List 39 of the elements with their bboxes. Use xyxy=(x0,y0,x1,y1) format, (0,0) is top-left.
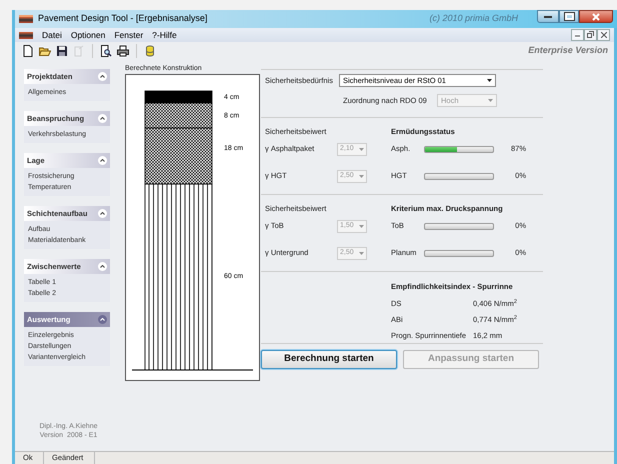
dropdown-arrow-icon xyxy=(359,174,364,178)
folder-icon[interactable] xyxy=(39,44,51,56)
close-icon xyxy=(600,32,606,38)
collapse-icon[interactable] xyxy=(98,72,107,81)
collapse-icon[interactable] xyxy=(98,209,107,218)
page-icon[interactable] xyxy=(22,44,34,56)
window-title: Pavement Design Tool - [Ergebnisanalyse] xyxy=(38,12,208,26)
minimize-button[interactable] xyxy=(537,10,559,23)
edition-label: Enterprise Version xyxy=(528,44,608,57)
document-icon xyxy=(19,32,33,38)
close-button[interactable] xyxy=(597,29,610,41)
progress-bar xyxy=(424,222,494,230)
copyright-text: (c) 2010 primia GmbH xyxy=(429,12,518,26)
print-preview-icon[interactable] xyxy=(100,44,112,56)
dropdown-arrow-icon xyxy=(359,252,364,254)
dropdown-arrow-icon xyxy=(488,99,493,102)
restore-icon xyxy=(587,31,594,38)
app-icon xyxy=(19,15,33,23)
database-icon[interactable] xyxy=(144,44,156,56)
close-button[interactable] xyxy=(579,10,613,23)
close-icon xyxy=(592,12,600,20)
menu-item[interactable]: Fenster xyxy=(114,28,144,42)
progress-bar xyxy=(424,250,494,256)
collapse-icon[interactable] xyxy=(98,156,107,165)
collapse-icon[interactable] xyxy=(98,315,107,324)
printer-icon[interactable] xyxy=(117,44,129,56)
minimize-button[interactable] xyxy=(571,29,584,41)
menu-item[interactable]: Datei xyxy=(42,28,62,42)
menu-item[interactable]: ?-Hilfe xyxy=(152,28,177,42)
restore-button[interactable] xyxy=(584,29,597,41)
menu-item[interactable]: Optionen xyxy=(70,28,106,42)
collapse-icon[interactable] xyxy=(98,114,107,123)
dropdown-arrow-icon xyxy=(359,148,364,150)
action-button[interactable]: Berechnung starten xyxy=(261,350,397,369)
collapse-icon[interactable] xyxy=(98,262,107,271)
dropdown-arrow-icon xyxy=(359,224,364,228)
progress-bar xyxy=(424,172,494,180)
maximize-button[interactable] xyxy=(559,10,579,23)
dropdown-arrow-icon xyxy=(487,79,492,82)
